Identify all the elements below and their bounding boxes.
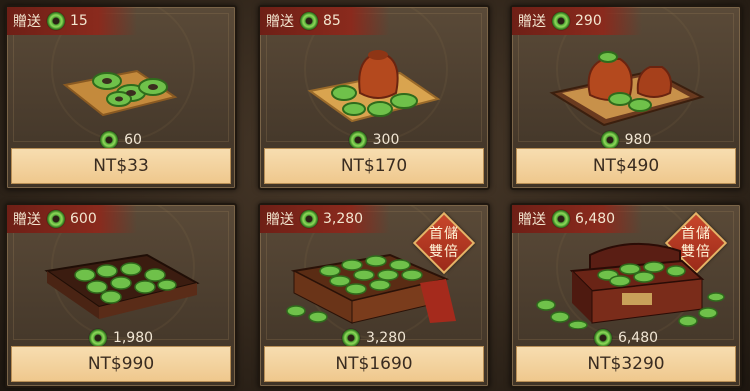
price-button[interactable]: NT$170	[264, 148, 484, 184]
shop-grid: 贈送 15 60 NT$33 贈送 85 300 NT$170 贈送 290 9…	[0, 0, 750, 391]
bonus-tag: 贈送 85	[260, 7, 390, 35]
jade-coin-icon	[47, 210, 65, 228]
base-amount-row: 980	[512, 131, 740, 149]
bonus-tag: 贈送 3,280	[260, 205, 390, 233]
package-card-4[interactable]: 贈送 600 1,980 NT$990	[5, 203, 237, 388]
jade-coin-icon	[348, 131, 367, 149]
bonus-amount: 15	[70, 13, 88, 29]
price-label: NT$990	[87, 354, 155, 374]
bonus-label: 贈送	[13, 212, 41, 228]
base-amount-row: 300	[260, 131, 488, 149]
bonus-tag: 贈送 15	[7, 7, 137, 35]
jade-coin-icon	[593, 329, 612, 347]
jade-pouches-tray-illustration	[549, 51, 705, 127]
jade-coin-icon	[300, 12, 318, 30]
jade-coin-icon	[600, 131, 619, 149]
price-button[interactable]: NT$33	[11, 148, 231, 184]
base-amount: 300	[372, 132, 400, 148]
base-amount: 1,980	[112, 330, 154, 346]
jade-treasure-chest-illustration	[536, 242, 725, 329]
jade-tray-illustration	[44, 253, 200, 319]
bonus-label: 贈送	[266, 14, 294, 30]
jade-table-illustration	[286, 253, 456, 324]
base-amount-row: 60	[7, 131, 235, 149]
price-button[interactable]: NT$1690	[264, 346, 484, 382]
jade-pouch-illustration	[307, 50, 441, 123]
bonus-label: 贈送	[518, 212, 546, 228]
package-card-1[interactable]: 贈送 15 60 NT$33	[5, 5, 237, 190]
base-amount: 3,280	[365, 330, 407, 346]
price-label: NT$490	[592, 156, 660, 176]
bonus-label: 贈送	[13, 14, 41, 30]
jade-coin-icon	[552, 12, 570, 30]
jade-coin-icon	[552, 210, 570, 228]
bonus-tag: 贈送 600	[7, 205, 137, 233]
bonus-tag: 贈送 6,480	[512, 205, 642, 233]
price-label: NT$33	[93, 156, 149, 176]
price-button[interactable]: NT$490	[516, 148, 736, 184]
price-button[interactable]: NT$990	[11, 346, 231, 382]
jade-pile-small-illustration	[62, 69, 178, 117]
base-amount: 6,480	[617, 330, 659, 346]
price-label: NT$3290	[587, 354, 665, 374]
jade-coin-icon	[100, 131, 119, 149]
jade-coin-icon	[300, 210, 318, 228]
base-amount-row: 6,480	[512, 329, 740, 347]
bonus-amount: 6,480	[575, 211, 616, 227]
bonus-amount: 600	[70, 211, 97, 227]
bonus-amount: 3,280	[323, 211, 364, 227]
base-amount: 60	[124, 132, 142, 148]
bonus-label: 贈送	[518, 14, 546, 30]
price-label: NT$1690	[335, 354, 413, 374]
bonus-tag: 贈送 290	[512, 7, 642, 35]
package-card-2[interactable]: 贈送 85 300 NT$170	[258, 5, 490, 190]
bonus-amount: 85	[323, 13, 341, 29]
jade-coin-icon	[341, 329, 360, 347]
base-amount: 980	[624, 132, 652, 148]
price-button[interactable]: NT$3290	[516, 346, 736, 382]
package-card-6[interactable]: 贈送 6,480 首儲 雙倍 6,480 NT$3290	[510, 203, 742, 388]
base-amount-row: 3,280	[260, 329, 488, 347]
package-card-5[interactable]: 贈送 3,280 首儲 雙倍 3,280 NT$1690	[258, 203, 490, 388]
bonus-amount: 290	[575, 13, 602, 29]
package-card-3[interactable]: 贈送 290 980 NT$490	[510, 5, 742, 190]
jade-coin-icon	[47, 12, 65, 30]
bonus-label: 贈送	[266, 212, 294, 228]
jade-coin-icon	[88, 329, 107, 347]
price-label: NT$170	[340, 156, 408, 176]
base-amount-row: 1,980	[7, 329, 235, 347]
